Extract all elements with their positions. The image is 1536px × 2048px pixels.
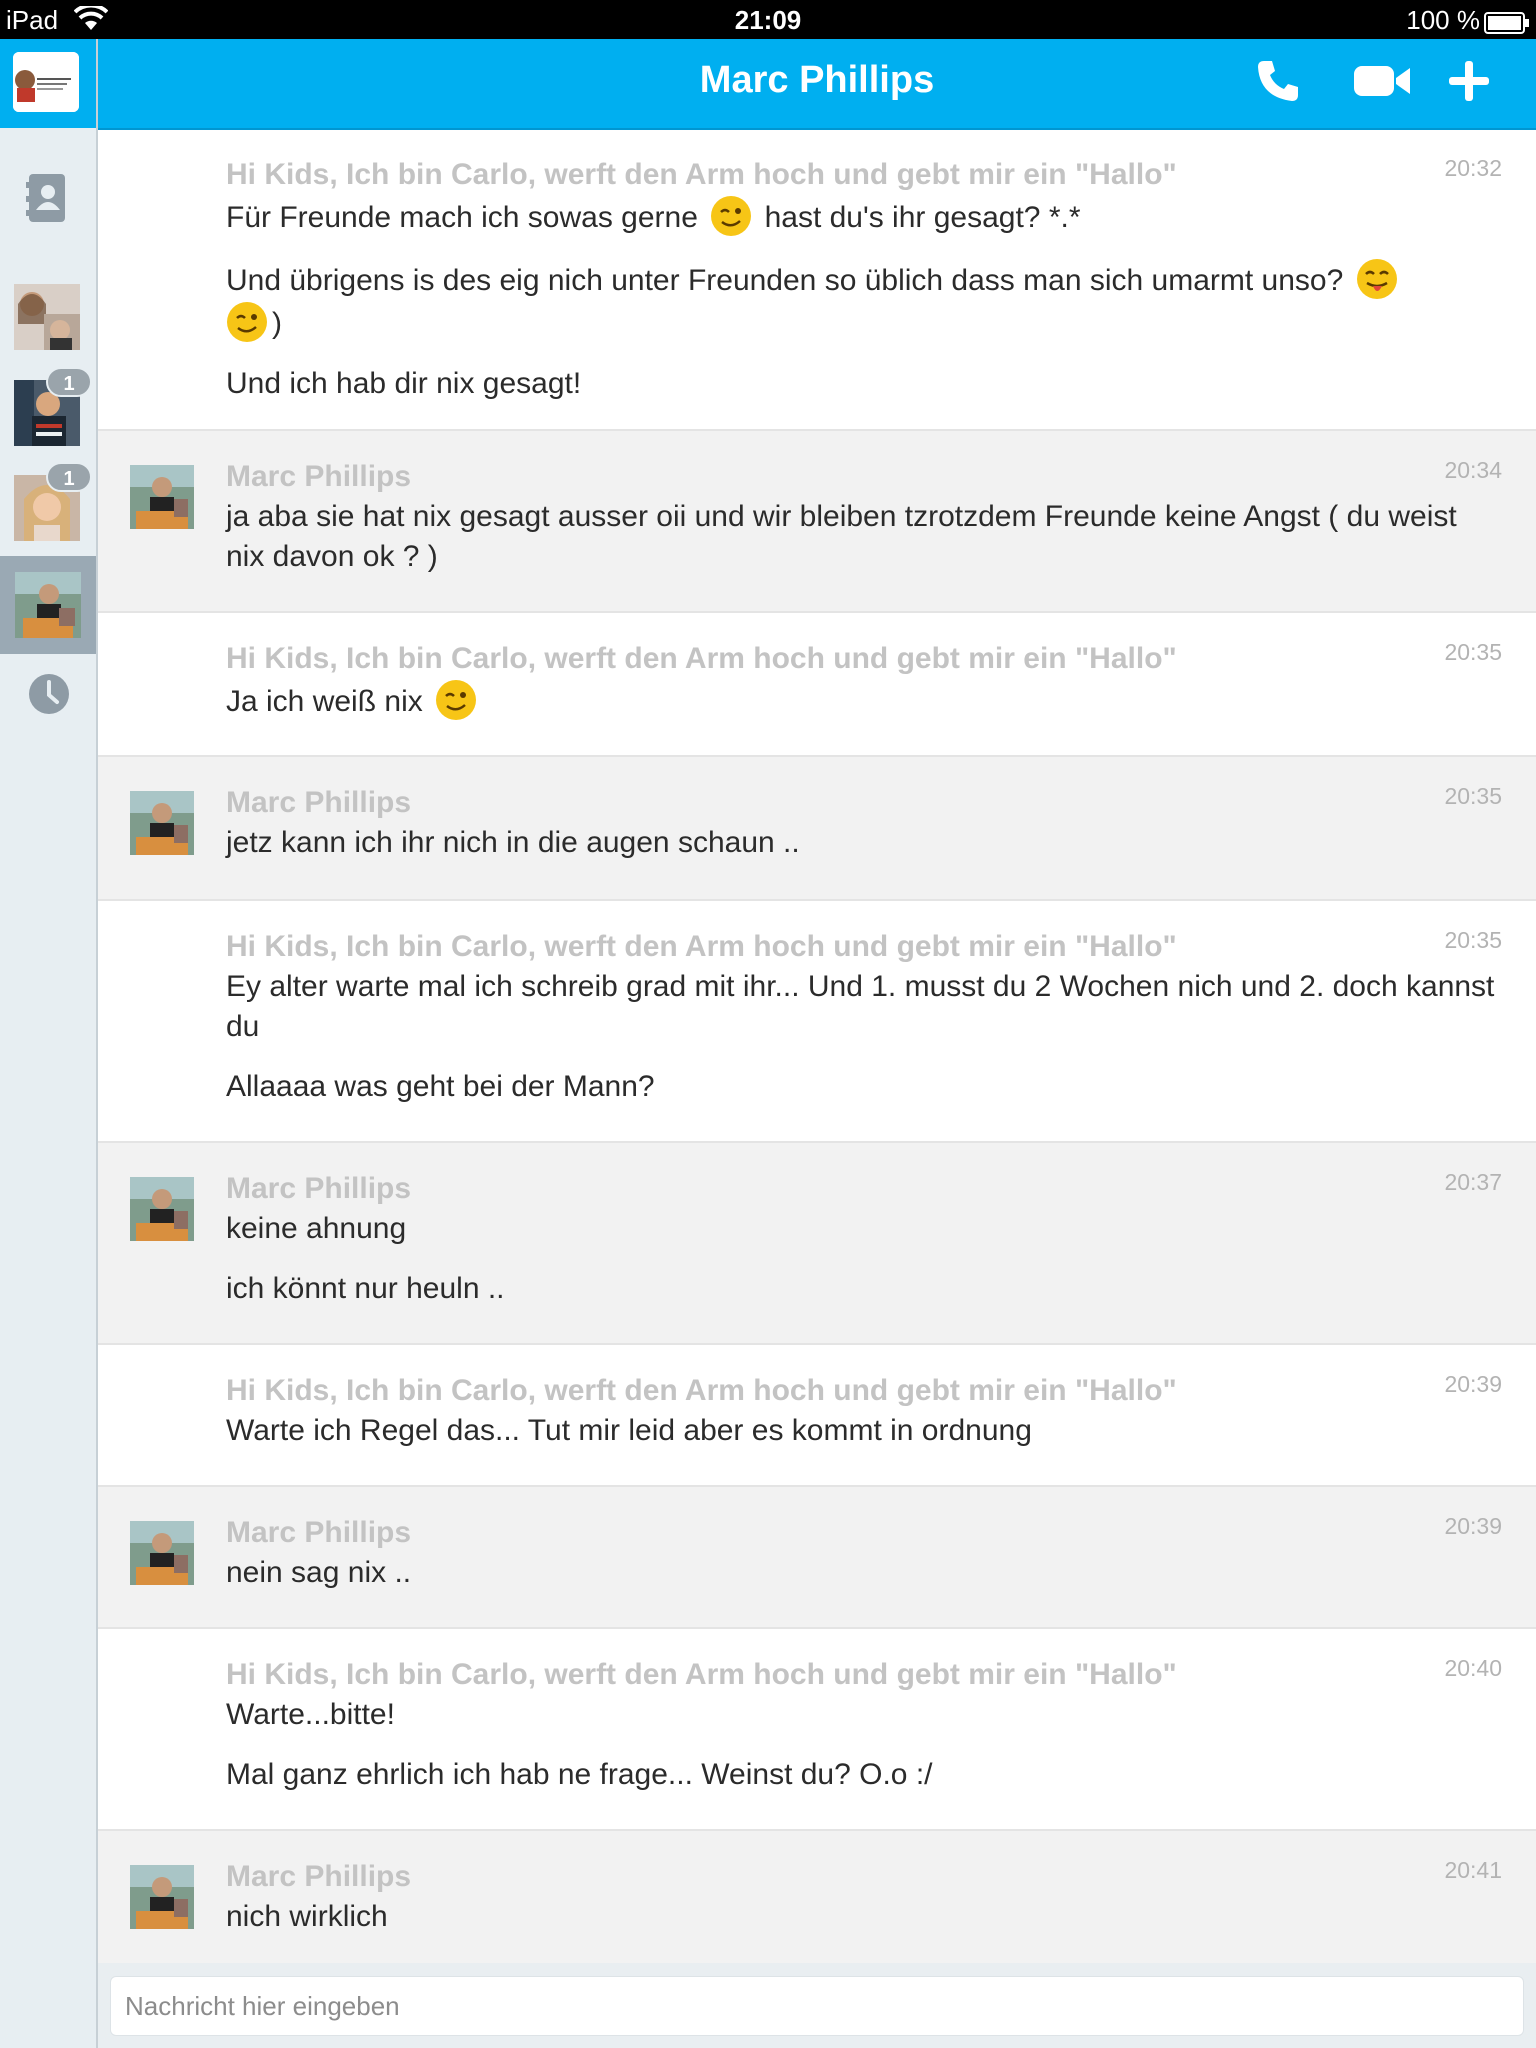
message-list[interactable]: Hi Kids, Ich bin Carlo, werft den Arm ho… xyxy=(98,129,1536,1963)
sender-name: Hi Kids, Ich bin Carlo, werft den Arm ho… xyxy=(226,1374,1177,1407)
message-text: ich könnt nur heuln .. xyxy=(226,1272,505,1305)
message-group: Hi Kids, Ich bin Carlo, werft den Arm ho… xyxy=(98,613,1536,757)
message-text: Allaaaa was geht bei der Mann? xyxy=(226,1070,655,1103)
conversation-avatar xyxy=(15,572,81,638)
unread-badge: 1 xyxy=(46,367,92,397)
message-group: Marc Phillips 20:37 keine ahnung ich kön… xyxy=(98,1143,1536,1345)
message-text: nich wirklich xyxy=(226,1900,388,1933)
profile-avatar[interactable] xyxy=(13,52,79,112)
conversation-item[interactable]: 1 xyxy=(14,367,92,446)
sidebar: 1 1 xyxy=(0,39,98,2048)
sender-name: Hi Kids, Ich bin Carlo, werft den Arm ho… xyxy=(226,930,1177,963)
sender-name: Hi Kids, Ich bin Carlo, werft den Arm ho… xyxy=(226,642,1177,675)
sender-avatar xyxy=(130,1521,194,1585)
sender-name: Marc Phillips xyxy=(226,786,412,819)
conversation-item[interactable] xyxy=(14,284,80,350)
message-group: Marc Phillips 20:35 jetz kann ich ihr ni… xyxy=(98,757,1536,901)
sender-avatar xyxy=(130,791,194,855)
status-bar: iPad 21:09 100 % xyxy=(0,0,1536,39)
message-text: ja aba sie hat nix gesagt ausser oii und… xyxy=(226,500,1457,573)
conversation-avatar xyxy=(14,284,80,350)
message-text: Warte...bitte! xyxy=(226,1698,395,1731)
message-group: Marc Phillips 20:39 nein sag nix .. xyxy=(98,1487,1536,1629)
message-group: Marc Phillips 20:34 ja aba sie hat nix g… xyxy=(98,431,1536,613)
history-icon[interactable] xyxy=(28,673,70,720)
message-group: Hi Kids, Ich bin Carlo, werft den Arm ho… xyxy=(98,901,1536,1143)
status-time: 21:09 xyxy=(734,5,802,35)
message-group: Marc Phillips 20:41 nich wirklich xyxy=(98,1831,1536,1963)
composer-bar xyxy=(98,1963,1536,2048)
message-time: 20:41 xyxy=(1444,1857,1502,1883)
add-button[interactable] xyxy=(1446,57,1492,109)
sender-avatar xyxy=(130,1177,194,1241)
message-time: 20:39 xyxy=(1444,1371,1502,1397)
message-text: nein sag nix .. xyxy=(226,1556,412,1589)
message-group: Hi Kids, Ich bin Carlo, werft den Arm ho… xyxy=(98,129,1536,431)
message-time: 20:35 xyxy=(1444,639,1502,665)
sender-name: Marc Phillips xyxy=(226,1860,412,1893)
message-time: 20:35 xyxy=(1444,783,1502,809)
message-text: Ey alter warte mal ich schreib grad mit … xyxy=(226,970,1495,1043)
sender-avatar xyxy=(130,465,194,529)
message-group: Hi Kids, Ich bin Carlo, werft den Arm ho… xyxy=(98,1345,1536,1487)
message-time: 20:35 xyxy=(1444,927,1502,953)
message-time: 20:40 xyxy=(1444,1655,1502,1681)
message-time: 20:34 xyxy=(1444,457,1502,483)
message-time: 20:37 xyxy=(1444,1169,1502,1195)
wink-emoji-icon xyxy=(226,301,268,343)
sender-name: Hi Kids, Ich bin Carlo, werft den Arm ho… xyxy=(226,158,1177,191)
message-group: Hi Kids, Ich bin Carlo, werft den Arm ho… xyxy=(98,1629,1536,1831)
chat-header: Marc Phillips xyxy=(98,39,1536,130)
sender-name: Hi Kids, Ich bin Carlo, werft den Arm ho… xyxy=(226,1658,1177,1691)
wink-emoji-icon xyxy=(710,195,752,237)
sender-name: Marc Phillips xyxy=(226,1172,412,1205)
conversation-item[interactable]: 1 xyxy=(14,462,92,541)
message-text: Und ich hab dir nix gesagt! xyxy=(226,367,582,400)
battery-icon xyxy=(1484,10,1530,41)
chat-title: Marc Phillips xyxy=(699,59,935,101)
sender-name: Marc Phillips xyxy=(226,460,412,493)
phone-icon xyxy=(1254,57,1302,110)
sender-avatar xyxy=(130,1865,194,1929)
call-button[interactable] xyxy=(1254,57,1302,109)
message-text: Warte ich Regel das... Tut mir leid aber… xyxy=(226,1414,1032,1447)
message-input[interactable] xyxy=(110,1976,1524,2036)
message-text: keine ahnung xyxy=(226,1212,407,1245)
message-text: Ja ich weiß nix xyxy=(226,679,1502,722)
message-time: 20:32 xyxy=(1444,155,1502,181)
sender-name: Marc Phillips xyxy=(226,1516,412,1549)
conversation-item-selected[interactable] xyxy=(0,556,96,654)
contacts-icon[interactable] xyxy=(26,172,68,229)
message-text: jetz kann ich ihr nich in die augen scha… xyxy=(226,826,800,859)
message-time: 20:39 xyxy=(1444,1513,1502,1539)
unread-badge: 1 xyxy=(46,462,92,492)
message-text: Für Freunde mach ich sowas gerne hast du… xyxy=(226,195,1502,238)
wink-emoji-icon xyxy=(435,679,477,721)
battery-percentage: 100 % xyxy=(1406,5,1480,35)
tongue-emoji-icon xyxy=(1356,258,1398,300)
video-icon xyxy=(1352,62,1414,105)
message-text: Und übrigens is des eig nich unter Freun… xyxy=(226,258,1502,344)
video-call-button[interactable] xyxy=(1352,57,1414,109)
add-icon xyxy=(1446,58,1492,109)
message-text: Mal ganz ehrlich ich hab ne frage... Wei… xyxy=(226,1758,933,1791)
